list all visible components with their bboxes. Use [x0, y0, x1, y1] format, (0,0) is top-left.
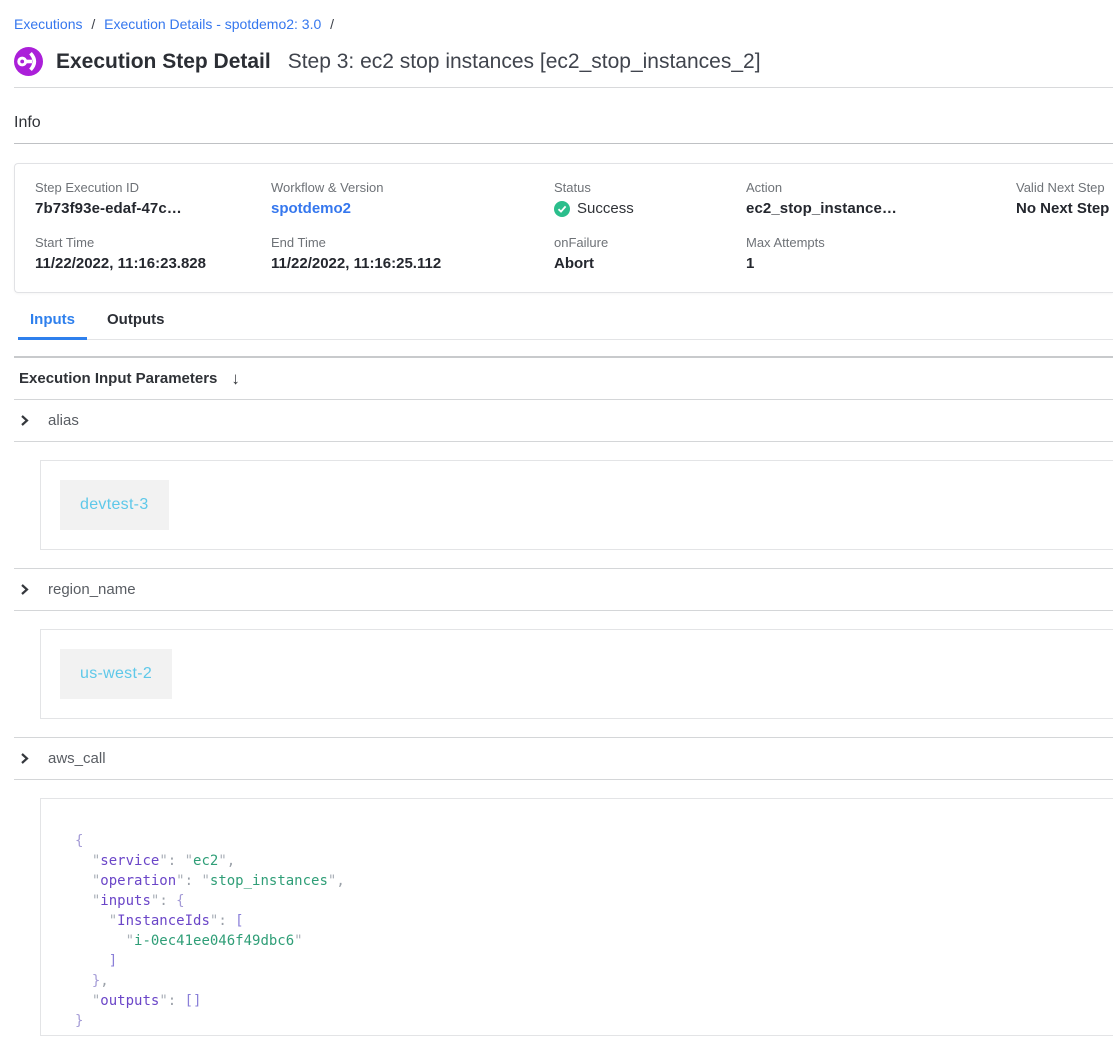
field-label: Action — [746, 180, 1016, 195]
title-row: Execution Step Detail Step 3: ec2 stop i… — [14, 47, 1113, 76]
alias-section-body: devtest-3 — [40, 460, 1113, 550]
breadcrumb-separator: / — [330, 16, 334, 32]
parameter-name: alias — [48, 412, 79, 429]
parameter-section-alias: alias devtest-3 — [14, 400, 1113, 550]
json-code-block: { "service": "ec2", "operation": "stop_i… — [75, 831, 1113, 1031]
field-max-attempts: Max Attempts 1 — [746, 235, 1016, 272]
breadcrumb-link-executions[interactable]: Executions — [14, 16, 82, 32]
page-subtitle: Step 3: ec2 stop instances [ec2_stop_ins… — [288, 50, 761, 74]
alias-section-header[interactable]: alias — [14, 400, 1113, 442]
status-badge: Success — [577, 200, 634, 217]
field-value: No Next Step — [1016, 200, 1113, 217]
parameter-value-chip: devtest-3 — [60, 480, 169, 530]
parameters-heading: Execution Input Parameters — [19, 370, 217, 387]
aws-call-section-header[interactable]: aws_call — [14, 738, 1113, 780]
page-title: Execution Step Detail — [56, 50, 271, 74]
field-value: Abort — [554, 255, 746, 272]
field-value: 7b73f93e-edaf-47c… — [35, 200, 271, 217]
field-value: ec2_stop_instance… — [746, 200, 1016, 217]
field-end-time: End Time 11/22/2022, 11:16:25.112 — [271, 235, 554, 272]
field-label: Start Time — [35, 235, 271, 250]
parameter-name: aws_call — [48, 750, 106, 767]
field-empty — [1016, 235, 1113, 272]
field-label: Step Execution ID — [35, 180, 271, 195]
info-card: Step Execution ID 7b73f93e-edaf-47c… Wor… — [14, 163, 1113, 293]
chevron-right-icon — [18, 414, 31, 427]
field-label: End Time — [271, 235, 554, 250]
success-check-icon — [554, 201, 570, 217]
region-name-section-header[interactable]: region_name — [14, 569, 1113, 611]
parameter-section-aws-call: aws_call { "service": "ec2", "operation"… — [14, 737, 1113, 1036]
tab-outputs[interactable]: Outputs — [95, 309, 177, 340]
breadcrumb: Executions / Execution Details - spotdem… — [14, 0, 1113, 34]
field-action: Action ec2_stop_instance… — [746, 180, 1016, 217]
field-label: Max Attempts — [746, 235, 1016, 250]
workflow-link[interactable]: spotdemo2 — [271, 200, 351, 217]
execution-step-detail-page: Executions / Execution Details - spotdem… — [0, 0, 1113, 1036]
aws-call-section-body: { "service": "ec2", "operation": "stop_i… — [40, 798, 1113, 1036]
info-grid: Step Execution ID 7b73f93e-edaf-47c… Wor… — [35, 180, 1113, 272]
field-value: 11/22/2022, 11:16:25.112 — [271, 255, 554, 272]
arrow-down-icon[interactable]: ↓ — [231, 370, 240, 387]
parameter-section-region-name: region_name us-west-2 — [14, 568, 1113, 719]
breadcrumb-separator: / — [91, 16, 95, 32]
tab-inputs[interactable]: Inputs — [18, 309, 87, 340]
execution-input-parameters-header: Execution Input Parameters ↓ — [14, 358, 1113, 400]
field-label: onFailure — [554, 235, 746, 250]
region-name-section-body: us-west-2 — [40, 629, 1113, 719]
breadcrumb-link-execution-details[interactable]: Execution Details - spotdemo2: 3.0 — [104, 16, 321, 32]
field-label: Workflow & Version — [271, 180, 554, 195]
info-section-heading: Info — [14, 114, 1113, 132]
workflow-logo-icon — [14, 47, 43, 76]
title-divider — [14, 87, 1113, 88]
tab-bar: Inputs Outputs — [18, 309, 1113, 340]
field-workflow-version: Workflow & Version spotdemo2 — [271, 180, 554, 217]
field-value: 1 — [746, 255, 1016, 272]
parameter-name: region_name — [48, 581, 136, 598]
field-onfailure: onFailure Abort — [554, 235, 746, 272]
chevron-right-icon — [18, 583, 31, 596]
field-status: Status Success — [554, 180, 746, 217]
field-valid-next-step: Valid Next Step No Next Step — [1016, 180, 1113, 217]
field-step-execution-id: Step Execution ID 7b73f93e-edaf-47c… — [35, 180, 271, 217]
info-divider — [14, 143, 1113, 144]
field-label: Status — [554, 180, 746, 195]
field-label: Valid Next Step — [1016, 180, 1113, 195]
parameter-value-chip: us-west-2 — [60, 649, 172, 699]
field-start-time: Start Time 11/22/2022, 11:16:23.828 — [35, 235, 271, 272]
chevron-right-icon — [18, 752, 31, 765]
field-value: 11/22/2022, 11:16:23.828 — [35, 255, 271, 272]
